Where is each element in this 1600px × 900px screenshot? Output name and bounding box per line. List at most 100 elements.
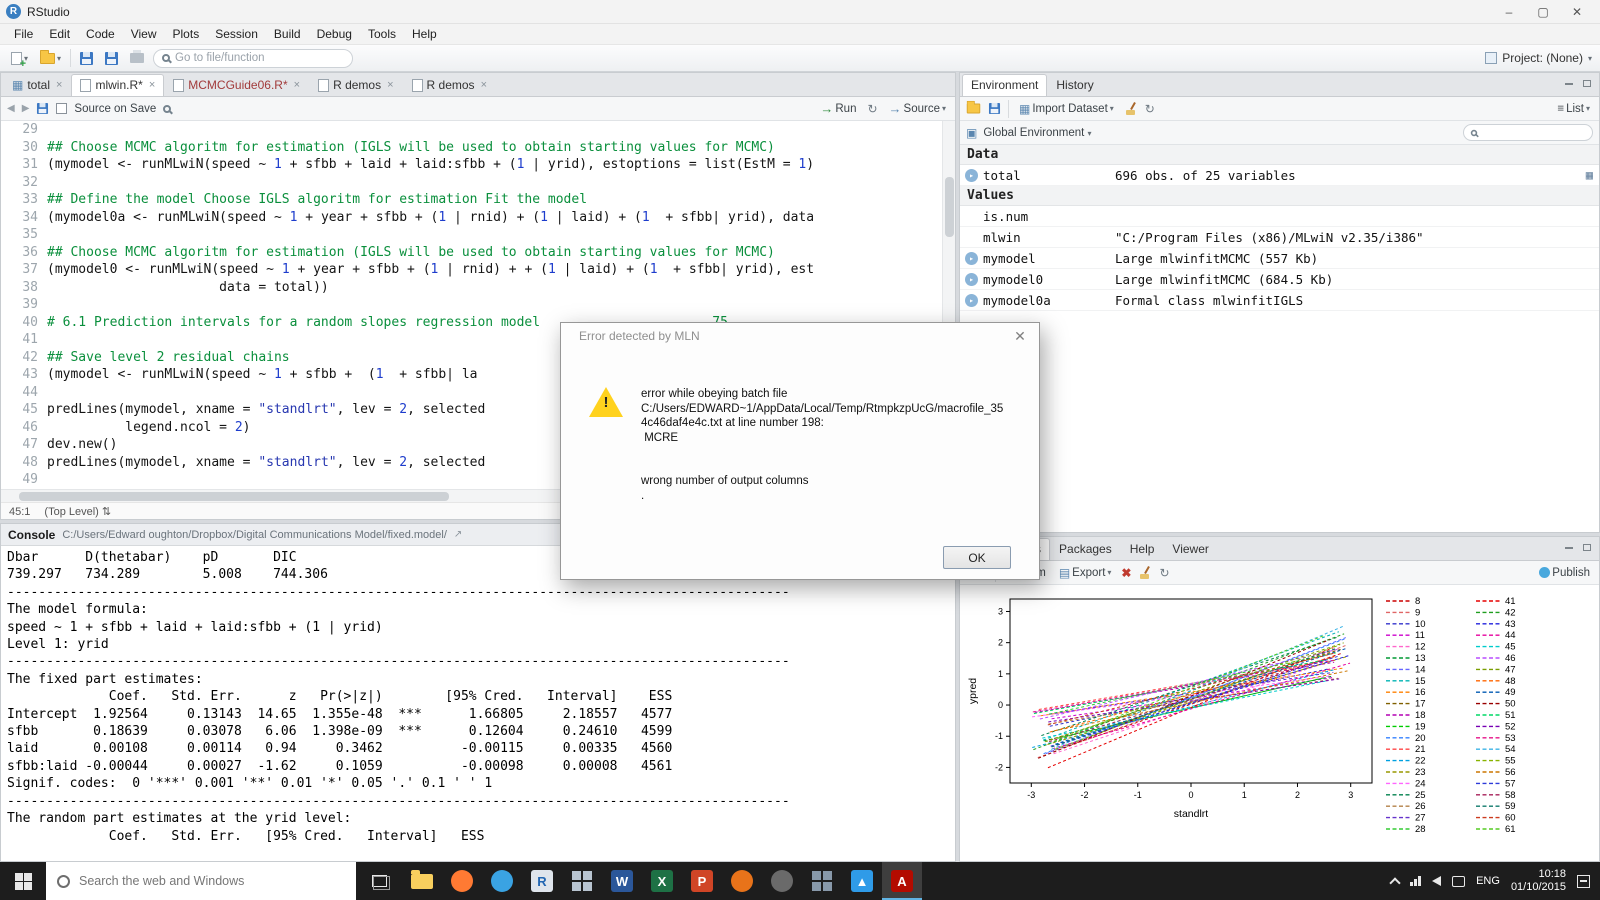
show-hidden-icons-icon[interactable] (1389, 877, 1400, 888)
env-object-row[interactable]: ▸total696 obs. of 25 variables▦ (960, 165, 1599, 186)
remove-plot-icon[interactable]: ✖ (1121, 566, 1131, 580)
close-tab-icon[interactable]: × (149, 79, 155, 91)
tab-history[interactable]: History (1047, 74, 1102, 96)
env-object-row[interactable]: ▸mymodel0Large mlwinfitMCMC (684.5 Kb) (960, 269, 1599, 290)
close-tab-icon[interactable]: × (481, 79, 487, 91)
tab-viewer[interactable]: Viewer (1163, 538, 1217, 560)
menu-code[interactable]: Code (78, 25, 123, 43)
taskbar-app-word[interactable]: W (602, 862, 642, 900)
export-button[interactable]: ▤Export▾ (1056, 565, 1115, 581)
menu-debug[interactable]: Debug (309, 25, 360, 43)
source-tab-r-demos[interactable]: R demos× (403, 74, 496, 96)
expander-icon[interactable]: ▸ (965, 273, 978, 286)
run-button[interactable]: →Run (817, 99, 859, 118)
error-dialog-titlebar[interactable]: Error detected by MLN ✕ (561, 323, 1039, 349)
close-tab-icon[interactable]: × (294, 79, 300, 91)
load-workspace-icon[interactable] (967, 104, 981, 114)
source-tab-total[interactable]: ▦total× (3, 74, 71, 96)
save-button[interactable] (77, 50, 96, 67)
language-indicator[interactable]: ENG (1476, 875, 1500, 887)
open-file-button[interactable]: ▾ (37, 51, 64, 66)
minimize-pane-icon[interactable] (1561, 541, 1577, 554)
taskbar-app-r-console[interactable]: R (522, 862, 562, 900)
taskbar-app-file-explorer[interactable] (402, 862, 442, 900)
back-icon[interactable]: ◀ (7, 103, 15, 114)
save-workspace-icon[interactable] (989, 103, 1000, 114)
network-icon[interactable] (1410, 876, 1421, 886)
project-selector[interactable]: Project: (None) ▾ (1485, 51, 1592, 65)
start-button[interactable] (0, 862, 46, 900)
env-object-row[interactable]: mlwin"C:/Program Files (x86)/MLwiN v2.35… (960, 227, 1599, 248)
menu-tools[interactable]: Tools (360, 25, 404, 43)
console-output[interactable]: Dbar D(thetabar) pD DIC739.297 734.289 5… (1, 546, 955, 861)
import-dataset-button[interactable]: ▦ Import Dataset▾ (1016, 101, 1117, 117)
task-view-button[interactable] (356, 862, 402, 900)
taskbar-app-app-grid[interactable] (802, 862, 842, 900)
minimize-button[interactable]: – (1492, 1, 1526, 23)
taskbar-app-photos[interactable]: ▲ (842, 862, 882, 900)
expander-icon[interactable]: ▸ (965, 169, 978, 182)
goto-file-input[interactable] (175, 52, 335, 64)
tab-packages[interactable]: Packages (1050, 538, 1121, 560)
source-tab-mlwin-r-[interactable]: mlwin.R*× (71, 74, 164, 96)
taskbar-app-excel[interactable]: X (642, 862, 682, 900)
close-button[interactable]: ✕ (1560, 1, 1594, 23)
list-view-button[interactable]: ≡ List▾ (1554, 101, 1593, 117)
tab-environment[interactable]: Environment (962, 74, 1047, 96)
close-tab-icon[interactable]: × (387, 79, 393, 91)
minimize-pane-icon[interactable] (1561, 77, 1577, 90)
taskbar-search-input[interactable] (79, 874, 319, 888)
expander-icon[interactable]: ▸ (965, 252, 978, 265)
taskbar-app-firefox[interactable] (442, 862, 482, 900)
scope-selector[interactable]: (Top Level) ⇅ (44, 505, 111, 518)
menu-file[interactable]: File (6, 25, 41, 43)
publish-button[interactable]: Publish (1536, 565, 1593, 581)
source-tab-mcmcguide06-r-[interactable]: MCMCGuide06.R*× (164, 74, 309, 96)
source-on-save-checkbox[interactable] (56, 103, 67, 114)
environment-scope-selector[interactable]: Global Environment ▾ (983, 127, 1091, 139)
menu-view[interactable]: View (123, 25, 165, 43)
popout-icon[interactable]: ↗ (454, 529, 462, 540)
taskbar-app-firefox-2[interactable] (722, 862, 762, 900)
refresh-icon[interactable]: ↻ (1145, 102, 1155, 116)
maximize-pane-icon[interactable] (1579, 541, 1595, 554)
menu-session[interactable]: Session (207, 25, 266, 43)
find-icon[interactable] (163, 105, 171, 113)
save-all-button[interactable] (102, 50, 121, 67)
taskbar-clock[interactable]: 10:18 01/10/2015 (1511, 868, 1566, 894)
maximize-button[interactable]: ▢ (1526, 1, 1560, 23)
tab-help[interactable]: Help (1121, 538, 1164, 560)
env-object-row[interactable]: ▸mymodel0aFormal class mlwinfitIGLS (960, 290, 1599, 311)
taskbar-app-acrobat[interactable]: A (882, 862, 922, 900)
save-icon[interactable] (37, 103, 48, 114)
ok-button[interactable]: OK (943, 546, 1011, 569)
menu-plots[interactable]: Plots (165, 25, 208, 43)
refresh-plot-icon[interactable]: ↻ (1159, 566, 1169, 580)
forward-icon[interactable]: ▶ (22, 103, 30, 114)
view-data-icon[interactable]: ▦ (1586, 168, 1593, 182)
taskbar-app-mlwin[interactable] (562, 862, 602, 900)
maximize-pane-icon[interactable] (1579, 77, 1595, 90)
console-tab[interactable]: Console (8, 528, 55, 542)
clear-plots-icon[interactable] (1138, 566, 1152, 580)
action-center-icon[interactable] (1577, 875, 1590, 888)
menu-help[interactable]: Help (404, 25, 445, 43)
source-button[interactable]: →Source▾ (886, 99, 949, 118)
volume-icon[interactable] (1432, 876, 1441, 886)
taskbar-search-box[interactable] (46, 862, 356, 900)
expander-icon[interactable]: ▸ (965, 294, 978, 307)
taskbar-app-powerpoint[interactable]: P (682, 862, 722, 900)
dialog-close-icon[interactable]: ✕ (1005, 325, 1035, 347)
close-tab-icon[interactable]: × (56, 79, 62, 91)
taskbar-app-browser-blue[interactable] (482, 862, 522, 900)
taskbar-app-settings[interactable] (762, 862, 802, 900)
print-button[interactable] (127, 51, 147, 65)
environment-search-input[interactable] (1482, 127, 1577, 139)
env-object-row[interactable]: is.num (960, 206, 1599, 227)
clear-workspace-icon[interactable] (1124, 102, 1138, 116)
new-file-button[interactable]: ▾ (8, 50, 31, 67)
menu-build[interactable]: Build (266, 25, 309, 43)
messaging-icon[interactable] (1452, 876, 1465, 887)
menu-edit[interactable]: Edit (41, 25, 78, 43)
goto-file-box[interactable] (153, 49, 353, 68)
